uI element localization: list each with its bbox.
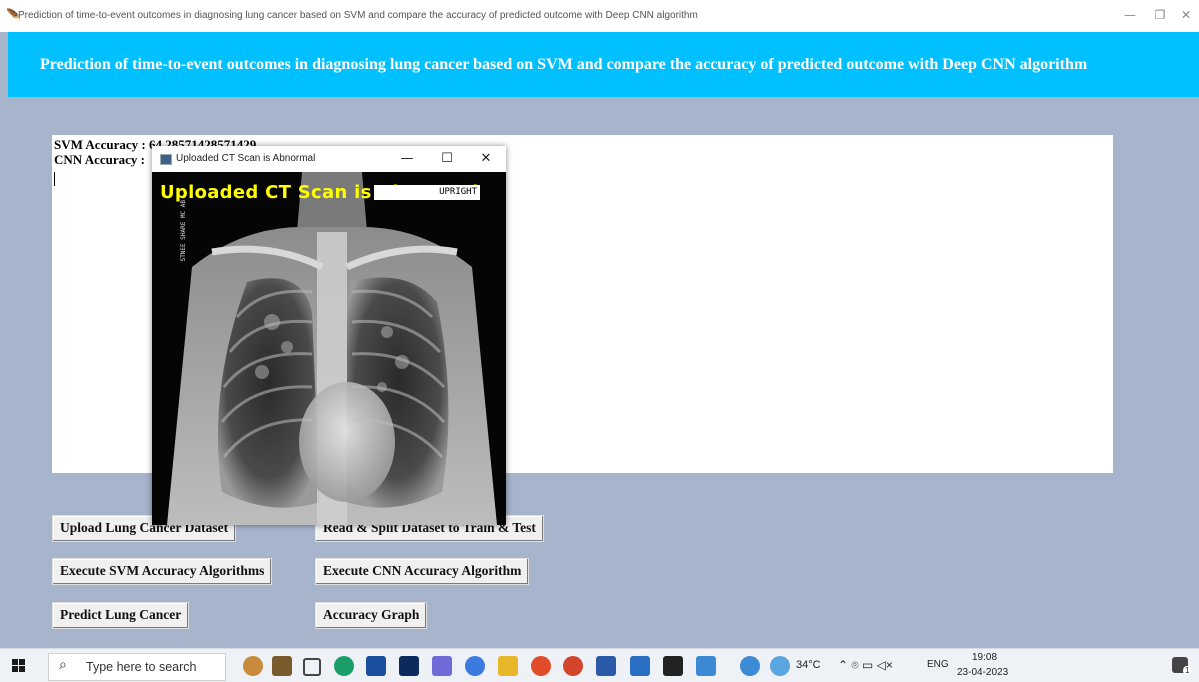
svm-accuracy-button[interactable]: Execute SVM Accuracy Algorithms xyxy=(52,558,273,585)
weather-icon[interactable] xyxy=(770,656,790,676)
banner-title: Prediction of time-to-event outcomes in … xyxy=(40,56,1088,73)
edge-icon[interactable] xyxy=(334,656,354,676)
xray-side-annotation: STNEE SHARE MC AB xyxy=(180,200,187,262)
popup-titlebar[interactable]: Uploaded CT Scan is Abnormal — ☐ ✕ xyxy=(152,146,506,172)
cnn-accuracy-text: CNN Accuracy : xyxy=(54,152,145,167)
news-widget-icon[interactable] xyxy=(243,656,263,676)
cnn-accuracy-button[interactable]: Execute CNN Accuracy Algorithm xyxy=(315,558,530,585)
close-button[interactable]: ✕ xyxy=(1176,6,1196,24)
window-titlebar: 🪶 Prediction of time-to-event outcomes i… xyxy=(0,0,1199,32)
terminal-icon[interactable] xyxy=(663,656,683,676)
language-indicator[interactable]: ENG xyxy=(927,659,949,670)
photos-icon[interactable] xyxy=(696,656,716,676)
outlook-icon[interactable] xyxy=(630,656,650,676)
tray-chevron-icon[interactable]: ⌃ ⌾ ▭ ◁× xyxy=(838,658,893,673)
popup-close-button[interactable]: ✕ xyxy=(477,150,495,168)
popup-window-icon xyxy=(160,154,172,165)
chest-xray-image: Uploaded CT Scan is Abnormal UPRIGHT STN… xyxy=(152,172,506,525)
taskbar-search-box[interactable]: ⌕ Type here to search xyxy=(48,653,226,681)
library-icon[interactable] xyxy=(272,656,292,676)
visual-studio-icon[interactable] xyxy=(432,656,452,676)
powerpoint-icon[interactable] xyxy=(563,656,583,676)
file-explorer-icon[interactable] xyxy=(498,656,518,676)
app-icon[interactable] xyxy=(465,656,485,676)
search-icon: ⌕ xyxy=(59,657,67,673)
ct-scan-popup-window[interactable]: Uploaded CT Scan is Abnormal — ☐ ✕ Uploa… xyxy=(152,146,506,525)
xray-illustration xyxy=(152,172,506,525)
clock-date[interactable]: 23-04-2023 xyxy=(957,667,1008,678)
windows-taskbar: ⌕ Type here to search 34°C ⌃ ⌾ ▭ ◁× ENG … xyxy=(0,648,1199,682)
windows-start-icon[interactable] xyxy=(12,659,25,672)
popup-maximize-button[interactable]: ☐ xyxy=(438,150,456,168)
popup-minimize-button[interactable]: — xyxy=(398,150,416,168)
dropbox-icon[interactable] xyxy=(399,656,419,676)
chrome-icon[interactable] xyxy=(531,656,551,676)
task-view-icon[interactable] xyxy=(303,658,321,676)
help-icon[interactable] xyxy=(740,656,760,676)
search-placeholder: Type here to search xyxy=(86,660,197,674)
clock-time[interactable]: 19:08 xyxy=(972,652,997,663)
word-icon[interactable] xyxy=(596,656,616,676)
window-title: Prediction of time-to-event outcomes in … xyxy=(18,10,698,21)
notification-badge: 1 xyxy=(1183,666,1192,675)
accuracy-graph-button[interactable]: Accuracy Graph xyxy=(315,602,428,629)
minimize-button[interactable]: — xyxy=(1120,6,1140,24)
weather-temperature[interactable]: 34°C xyxy=(796,659,821,671)
restore-button[interactable]: ❐ xyxy=(1150,6,1170,24)
popup-title: Uploaded CT Scan is Abnormal xyxy=(176,153,316,164)
mail-icon[interactable] xyxy=(366,656,386,676)
text-caret xyxy=(54,172,55,186)
predict-lung-cancer-button[interactable]: Predict Lung Cancer xyxy=(52,602,190,629)
xray-position-label: UPRIGHT xyxy=(374,185,480,200)
header-banner: Prediction of time-to-event outcomes in … xyxy=(8,32,1199,97)
